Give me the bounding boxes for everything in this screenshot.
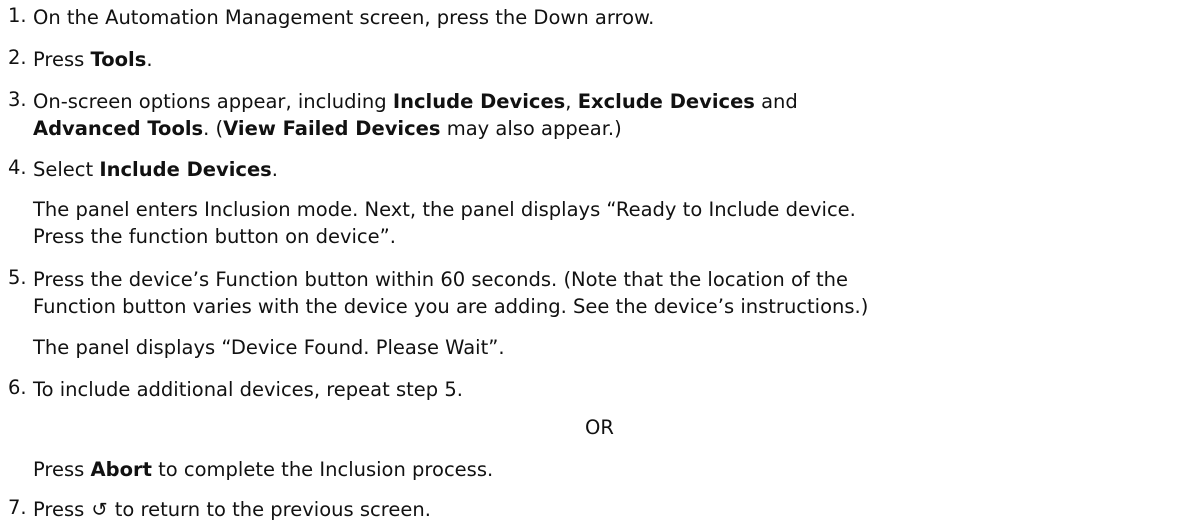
step-6-text: To include additional devices, repeat st… [33,378,463,401]
step-4-post: . [271,158,278,181]
step-number: 6. [8,376,27,399]
step-number: 1. [8,4,27,27]
step-7-post: to return to the previous screen. [108,498,431,521]
step-7-pre: Press [33,498,91,521]
step-4-note-line-1: The panel enters Inclusion mode. Next, t… [33,198,856,221]
step-5-line-2: Function button varies with the device y… [33,295,869,318]
exclude-devices-label: Exclude Devices [577,90,755,113]
step-6-alternative: Press Abort to complete the Inclusion pr… [33,456,1193,483]
step-text: Press Tools. [33,46,1193,73]
step-5-line-1: Press the device’s Function button withi… [33,268,848,291]
step-text: To include additional devices, repeat st… [33,376,1193,403]
separator: , [565,90,578,113]
step-number: 4. [8,156,27,179]
step-6-alt-pre: Press [33,458,91,481]
abort-label: Abort [90,458,152,481]
step-3-pre: On-screen options appear, including [33,90,393,113]
step-1-text: On the Automation Management screen, pre… [33,6,655,29]
step-4-note: The panel enters Inclusion mode. Next, t… [33,196,1193,250]
step-text: Press the device’s Function button withi… [33,266,1193,320]
separator: . ( [203,117,224,140]
step-text: On the Automation Management screen, pre… [33,4,1193,31]
step-text: Press ↺ to return to the previous screen… [33,496,1193,523]
include-devices-label: Include Devices [99,158,272,181]
step-text: Select Include Devices. [33,156,1193,183]
step-3-post: may also appear.) [440,117,622,140]
step-2-post: . [146,48,153,71]
step-3-and: and [754,90,798,113]
advanced-tools-label: Advanced Tools [33,117,204,140]
step-number: 3. [8,88,27,111]
step-number: 7. [8,496,27,519]
step-2-pre: Press [33,48,91,71]
view-failed-devices-label: View Failed Devices [223,117,441,140]
step-6-alt-post: to complete the Inclusion process. [151,458,494,481]
step-5-note-text: The panel displays “Device Found. Please… [33,336,505,359]
step-4-note-line-2: Press the function button on device”. [33,225,396,248]
tools-label: Tools [90,48,147,71]
step-5-note: The panel displays “Device Found. Please… [33,334,1193,361]
step-text: On-screen options appear, including Incl… [33,88,1193,142]
include-devices-label: Include Devices [392,90,566,113]
back-arrow-icon: ↺ [91,498,108,521]
step-number: 2. [8,46,27,69]
or-divider: OR [585,416,614,439]
step-number: 5. [8,266,27,289]
instruction-document: 1. On the Automation Management screen, … [0,0,1199,531]
step-4-pre: Select [33,158,100,181]
